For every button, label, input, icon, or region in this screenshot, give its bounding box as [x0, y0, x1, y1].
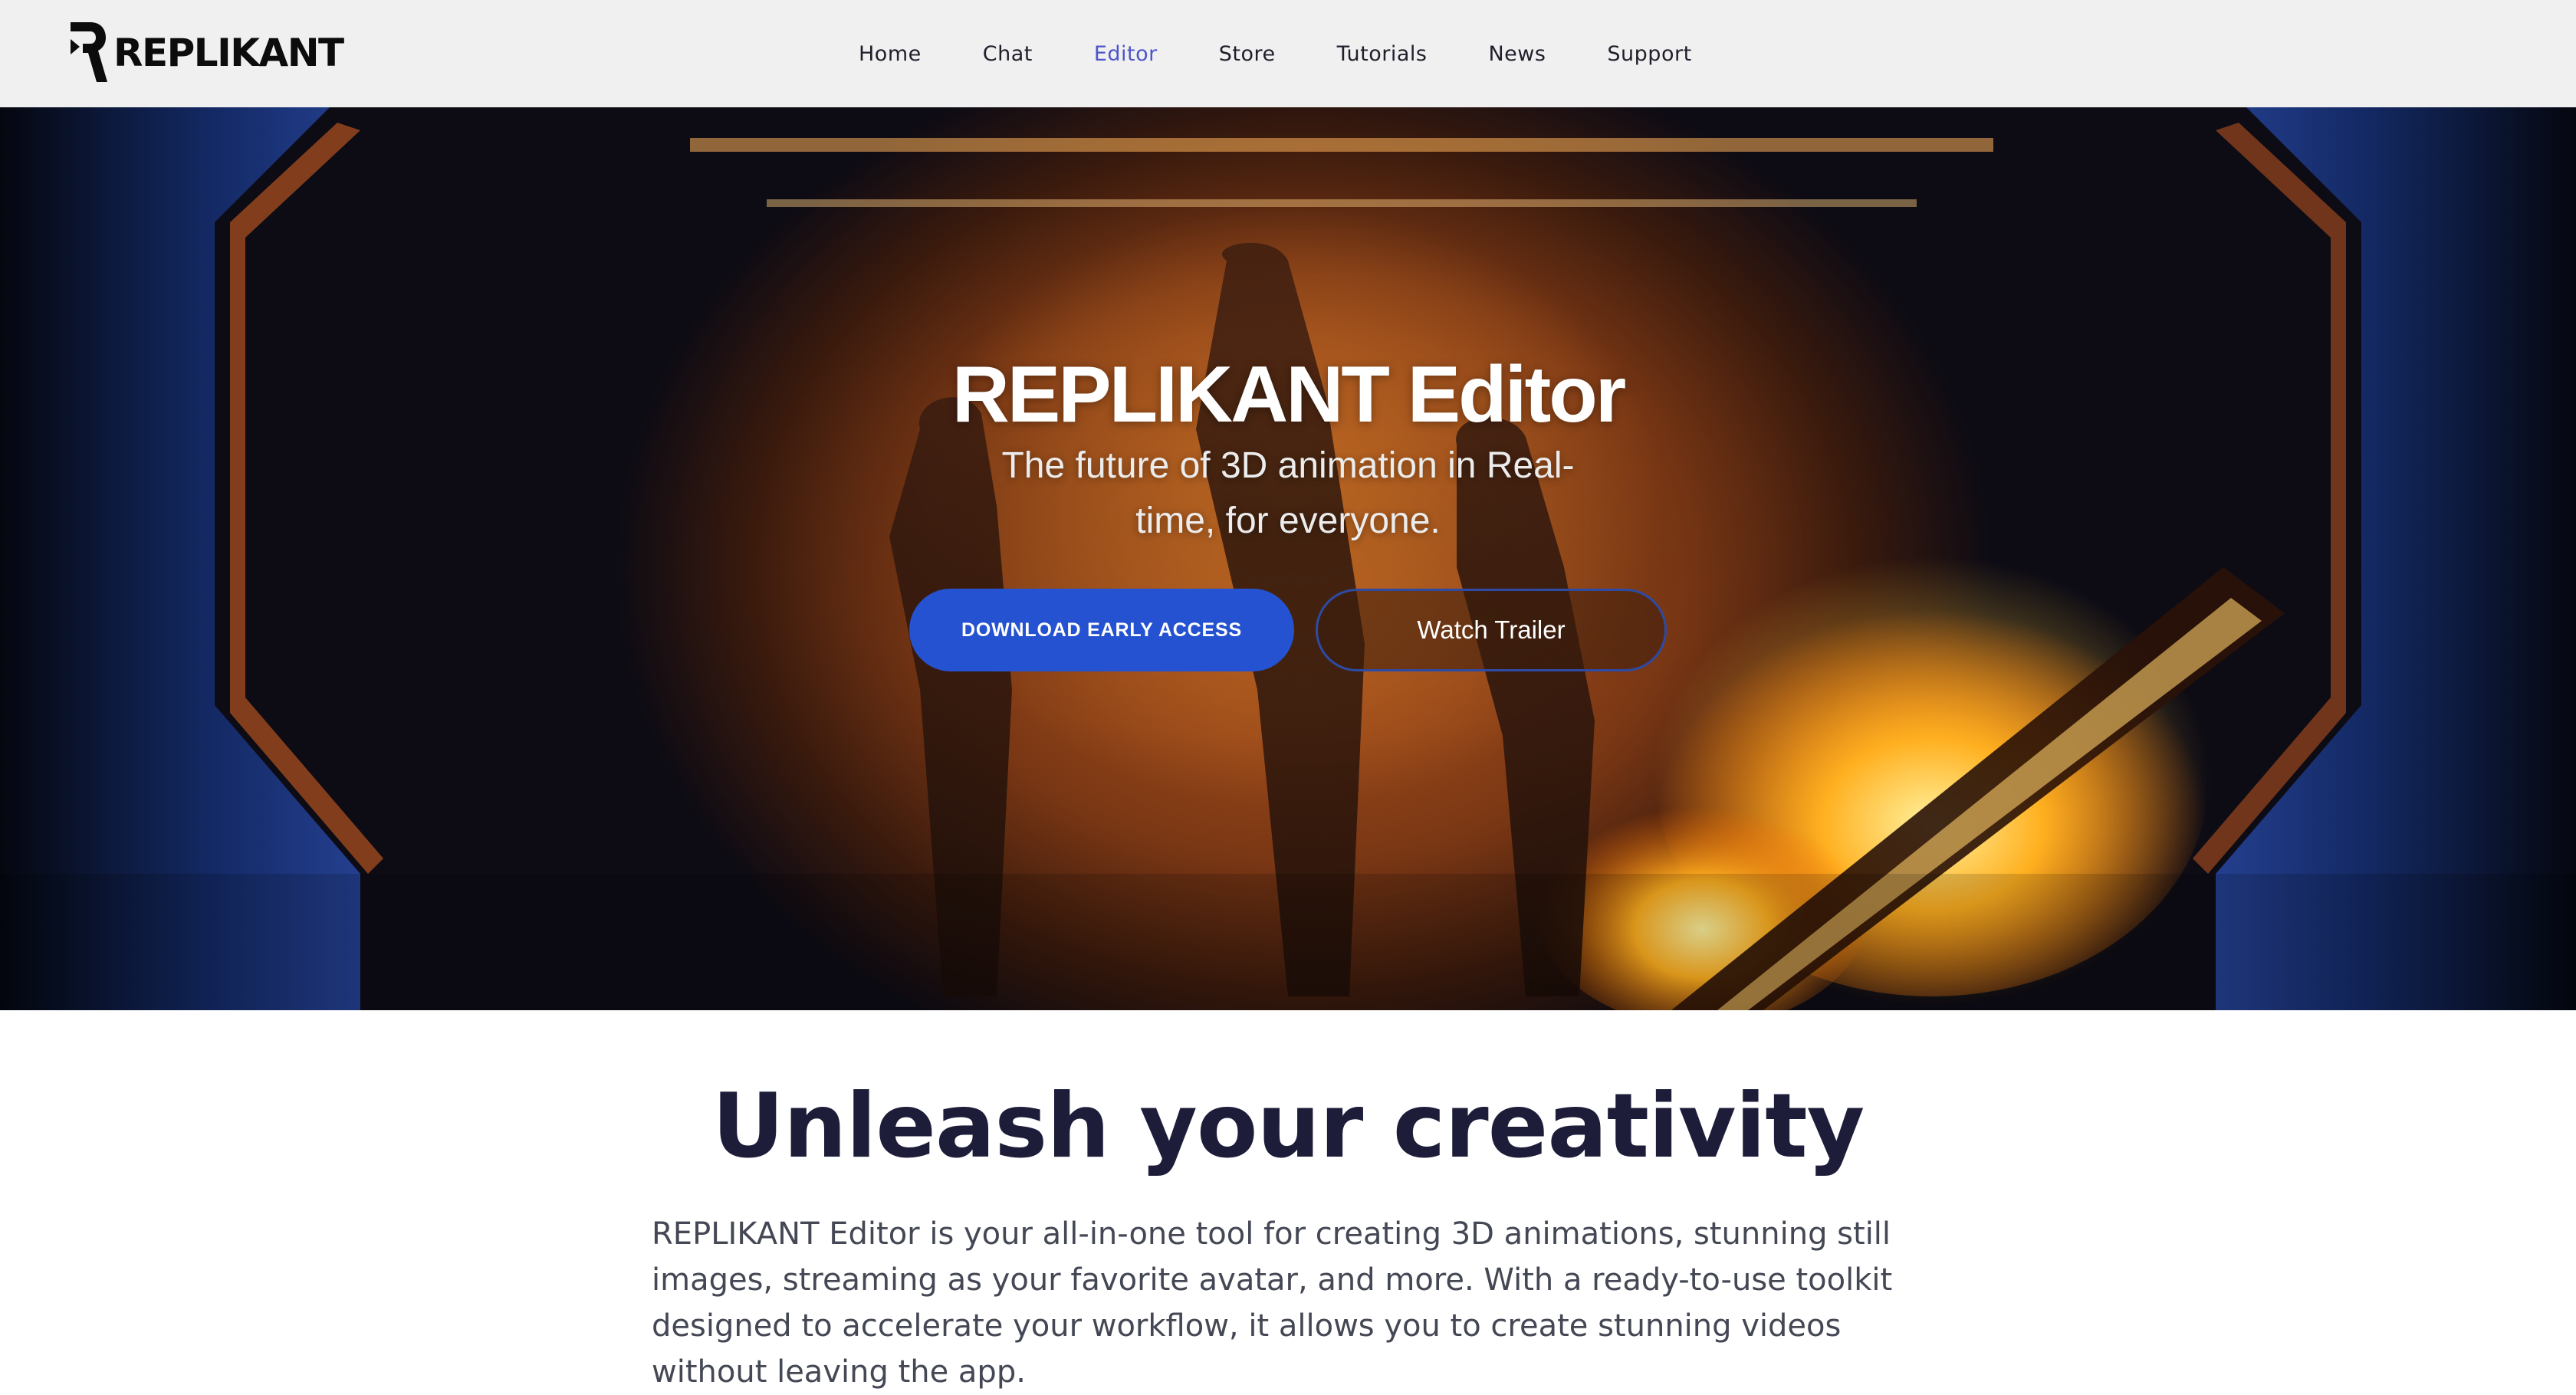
- watch-trailer-button[interactable]: Watch Trailer: [1316, 589, 1667, 671]
- hero-title: REPLIKANT Editor: [951, 350, 1626, 439]
- section-description: REPLIKANT Editor is your all-in-one tool…: [652, 1216, 1893, 1390]
- main-nav: Home Chat Editor Store Tutorials News Su…: [859, 0, 1753, 107]
- nav-item-editor[interactable]: Editor: [1094, 42, 1158, 66]
- replikant-r-logo-icon: [71, 22, 107, 82]
- nav-item-home[interactable]: Home: [859, 42, 922, 66]
- nav-item-store[interactable]: Store: [1219, 42, 1276, 66]
- hero-content: REPLIKANT Editor The future of 3D animat…: [0, 107, 2576, 1010]
- hero-banner: REPLIKANT Editor The future of 3D animat…: [0, 107, 2576, 1010]
- nav-item-tutorials[interactable]: Tutorials: [1337, 42, 1428, 66]
- brand-name: REPLIKANT: [113, 31, 344, 75]
- hero-subtitle: The future of 3D animation in Real-time,…: [1001, 445, 1575, 541]
- nav-item-chat[interactable]: Chat: [983, 42, 1033, 66]
- section-title: Unleash your creativity: [711, 1075, 1865, 1178]
- nav-item-news[interactable]: News: [1488, 42, 1546, 66]
- download-early-access-button[interactable]: DOWNLOAD EARLY ACCESS: [909, 589, 1294, 671]
- brand-logo-link[interactable]: REPLIKANT: [67, 20, 344, 84]
- top-navbar: REPLIKANT Home Chat Editor Store Tutoria…: [0, 0, 2576, 108]
- nav-item-support[interactable]: Support: [1607, 42, 1691, 66]
